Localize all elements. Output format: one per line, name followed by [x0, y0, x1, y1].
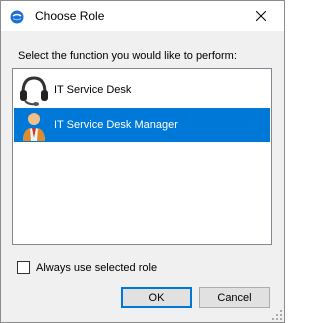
close-icon: [256, 11, 266, 21]
app-globe-icon: [10, 10, 24, 24]
cancel-button[interactable]: Cancel: [199, 287, 270, 308]
resize-grip-icon[interactable]: [272, 310, 282, 320]
title-bar[interactable]: Choose Role: [1, 1, 284, 31]
role-item-label: IT Service Desk Manager: [54, 119, 178, 131]
instruction-label: Select the function you would like to pe…: [18, 50, 237, 62]
always-use-row[interactable]: Always use selected role: [17, 261, 157, 274]
always-use-label[interactable]: Always use selected role: [36, 262, 157, 274]
role-item-it-service-desk-manager[interactable]: IT Service Desk Manager: [14, 108, 270, 142]
always-use-checkbox[interactable]: [17, 261, 30, 274]
close-button[interactable]: [238, 1, 284, 31]
role-listbox[interactable]: IT Service Desk IT Service Desk Manager: [12, 68, 272, 245]
role-item-label: IT Service Desk: [54, 84, 132, 96]
headset-icon: [20, 76, 48, 106]
choose-role-dialog: Choose Role Select the function you woul…: [0, 0, 285, 323]
manager-person-icon: [23, 113, 45, 141]
window-title: Choose Role: [35, 9, 105, 23]
role-item-it-service-desk[interactable]: IT Service Desk: [14, 73, 270, 107]
ok-button[interactable]: OK: [121, 287, 192, 308]
